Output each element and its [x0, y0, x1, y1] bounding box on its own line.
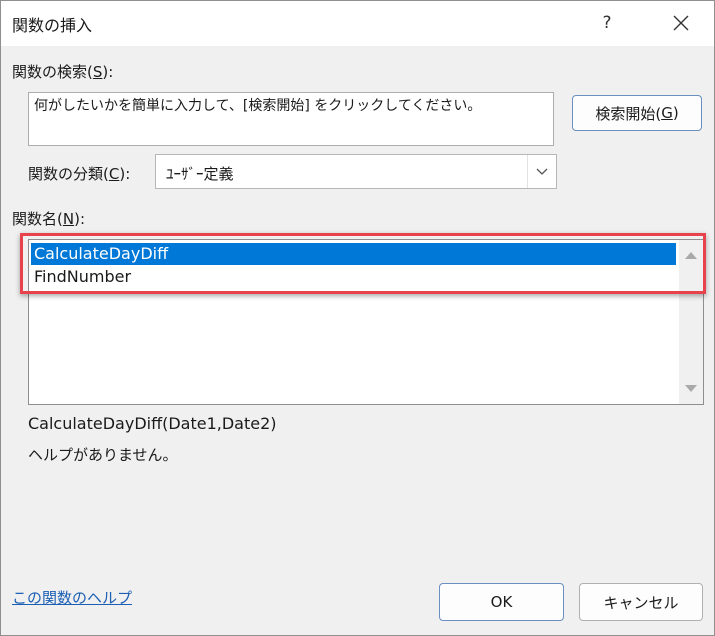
title-bar: 関数の挿入 ? [1, 1, 714, 46]
function-description: ヘルプがありません。 [28, 446, 178, 464]
search-label-accesskey: S [92, 63, 103, 81]
function-list-item-calculatedaydiff[interactable]: CalculateDayDiff [31, 243, 676, 265]
category-select[interactable]: ﾕｰｻﾞｰ定義 [155, 154, 557, 189]
search-input[interactable]: 何がしたいかを簡単に入力して、[検索開始] をクリックしてください。 [28, 92, 554, 146]
function-name-label: 関数名(N): [12, 208, 85, 229]
search-button-suffix: ) [672, 104, 679, 122]
search-start-button[interactable]: 検索開始(G) [572, 95, 702, 131]
category-label-suffix: ): [119, 165, 131, 183]
category-label: 関数の分類(C): [28, 163, 130, 184]
scroll-up-icon[interactable] [685, 252, 697, 259]
category-label-accesskey: C [108, 165, 120, 183]
category-label-text: 関数の分類( [28, 165, 109, 183]
search-button-text: 検索開始( [595, 104, 662, 123]
chevron-down-icon [536, 168, 548, 175]
dialog-title: 関数の挿入 [12, 16, 93, 35]
function-signature: CalculateDayDiff(Date1,Date2) [28, 414, 277, 433]
category-dropdown-toggle[interactable] [527, 155, 556, 188]
function-label-accesskey: N [62, 210, 75, 228]
function-help-link[interactable]: この関数のヘルプ [12, 587, 132, 608]
cancel-button[interactable]: キャンセル [579, 583, 703, 621]
ok-button[interactable]: OK [439, 583, 564, 621]
close-icon [673, 15, 689, 31]
function-list-scrollbar[interactable] [679, 240, 703, 404]
function-list-item-findnumber[interactable]: FindNumber [31, 266, 676, 288]
function-list[interactable]: CalculateDayDiff FindNumber [28, 239, 704, 405]
search-label: 関数の検索(S): [12, 61, 113, 82]
scroll-down-icon[interactable] [685, 385, 697, 392]
search-label-suffix: ): [102, 63, 114, 81]
category-selected-value: ﾕｰｻﾞｰ定義 [166, 165, 234, 183]
insert-function-dialog: 関数の挿入 ? 関数の検索(S): 何がしたいかを簡単に入力して、[検索開始] … [0, 0, 715, 636]
help-button[interactable]: ? [584, 3, 630, 43]
function-label-suffix: ): [74, 210, 85, 228]
search-button-accesskey: G [661, 104, 673, 122]
close-button[interactable] [653, 3, 709, 43]
function-label-text: 関数名( [12, 210, 63, 228]
search-label-text: 関数の検索( [12, 63, 93, 81]
